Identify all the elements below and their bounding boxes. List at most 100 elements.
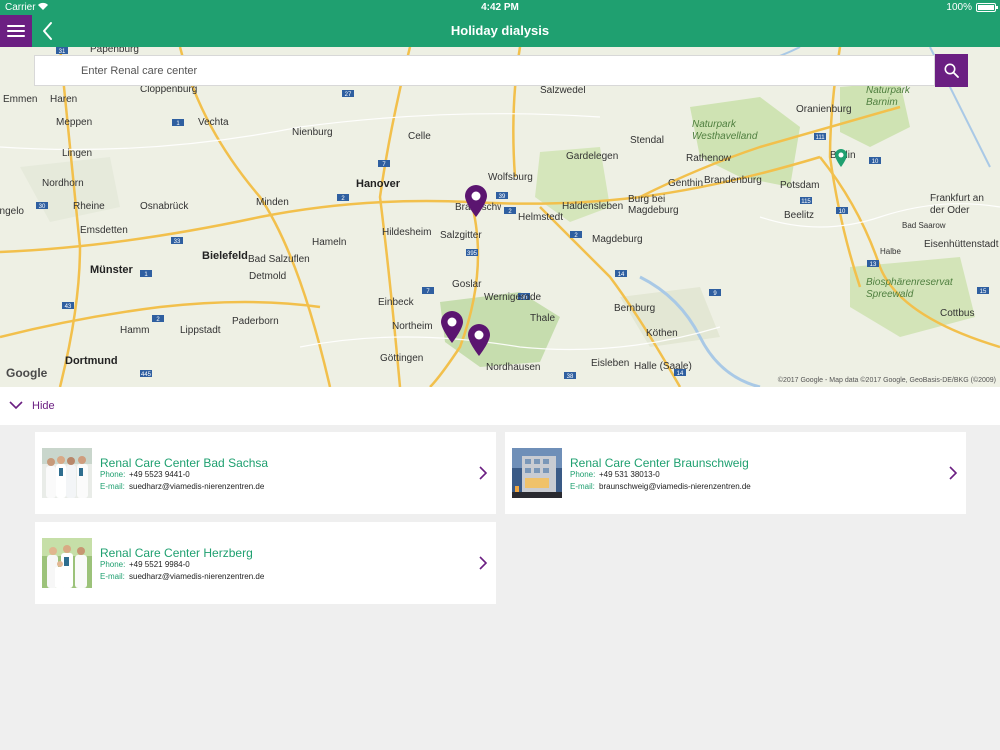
map-label-stendal: Stendal	[630, 135, 664, 146]
svg-text:395: 395	[467, 251, 478, 257]
map-label-goslar: Goslar	[452, 279, 482, 290]
map-label-minden: Minden	[256, 197, 289, 208]
svg-text:445: 445	[141, 372, 152, 378]
center-card[interactable]: Renal Care Center Herzberg Phone: +49 552…	[35, 522, 496, 604]
map-label-bad-saarow: Bad Saarow	[902, 221, 946, 230]
center-photo	[42, 448, 92, 498]
center-name: Renal Care Center Herzberg	[100, 546, 253, 560]
map-label-magdeburg: Magdeburg	[592, 234, 643, 245]
map-label-potsdam: Potsdam	[780, 180, 820, 191]
svg-text:43: 43	[65, 304, 72, 310]
battery-icon	[976, 3, 998, 12]
map-label-osnabruck: Osnabrück	[140, 201, 189, 212]
center-phone[interactable]: +49 5521 9984-0	[129, 560, 190, 569]
center-phone-row: Phone: +49 531 38013-0	[570, 470, 660, 479]
map-label-hamm: Hamm	[120, 325, 150, 336]
map-label-emsdetten: Emsdetten	[80, 225, 128, 236]
phone-label: Phone:	[100, 560, 126, 569]
map-view[interactable]: 31 27 1 7 30 2 33 1 43 2 445 7 395 39 2 …	[0, 47, 1000, 387]
google-logo: Google	[6, 366, 48, 380]
center-card[interactable]: Renal Care Center Bad Sachsa Phone: +49 5…	[35, 432, 496, 514]
map-label-gardelegen: Gardelegen	[566, 151, 619, 162]
email-label: E-mail:	[100, 572, 125, 581]
hide-label: Hide	[32, 400, 55, 412]
center-email[interactable]: suedharz@viamedis-nierenzentren.de	[129, 572, 264, 581]
map-label-munster: Münster	[90, 264, 133, 276]
map-label-rathenow: Rathenow	[686, 153, 732, 164]
map-label-lippstadt: Lippstadt	[180, 325, 221, 336]
svg-text:10: 10	[872, 159, 879, 165]
map-label-halbe: Halbe	[880, 247, 901, 256]
search-icon	[944, 63, 959, 78]
page-title: Holiday dialysis	[450, 23, 550, 38]
map-label-nienburg: Nienburg	[292, 127, 333, 138]
center-email-row: E-mail: suedharz@viamedis-nierenzentren.d…	[100, 482, 264, 491]
map-region-spreewald: Biosphärenreservat Spreewald	[866, 277, 953, 300]
svg-text:115: 115	[801, 199, 811, 205]
map-label-halle: Halle (Saale)	[634, 361, 692, 372]
map-attribution[interactable]: ©2017 Google - Map data ©2017 Google, Ge…	[778, 377, 996, 384]
map-label-salzgitter: Salzgitter	[440, 230, 482, 241]
center-email-row: E-mail: suedharz@viamedis-nierenzentren.d…	[100, 572, 264, 581]
map-label-dortmund: Dortmund	[65, 355, 118, 367]
svg-text:111: 111	[815, 135, 825, 141]
map-label-hanover: Hanover	[356, 178, 401, 190]
clock: 4:42 PM	[481, 2, 519, 13]
map-label-bernburg: Bernburg	[614, 303, 656, 314]
center-phone[interactable]: +49 531 38013-0	[599, 470, 660, 479]
map-pin-braunschweig[interactable]	[463, 184, 489, 223]
search-button[interactable]	[935, 54, 968, 87]
map-label-hameln: Hameln	[312, 237, 347, 248]
map-label-eisleben: Eisleben	[591, 358, 630, 369]
map-label-thale: Thale	[530, 313, 556, 324]
svg-text:30: 30	[39, 204, 46, 210]
email-label: E-mail:	[570, 482, 595, 491]
center-photo	[512, 448, 562, 498]
phone-label: Phone:	[570, 470, 596, 479]
map-label-burg: Burg bei Magdeburg	[628, 194, 679, 216]
map-label-frankfurt-oder: Frankfurt an der Oder	[930, 193, 984, 216]
map-label-bielefeld: Bielefeld	[202, 250, 248, 262]
hide-map-toggle[interactable]: Hide	[0, 387, 1000, 425]
chevron-down-icon	[9, 401, 23, 410]
map-label-kothen: Köthen	[646, 328, 678, 339]
phone-label: Phone:	[100, 470, 126, 479]
map-label-helmstedt: Helmstedt	[518, 212, 564, 223]
svg-text:33: 33	[174, 239, 181, 245]
map-label-wolfsburg: Wolfsburg	[488, 172, 533, 183]
map-label-rheine: Rheine	[73, 201, 105, 212]
center-phone-row: Phone: +49 5521 9984-0	[100, 560, 190, 569]
map-label-emmen: Emmen	[3, 94, 38, 105]
center-name: Renal Care Center Bad Sachsa	[100, 456, 269, 470]
center-email[interactable]: suedharz@viamedis-nierenzentren.de	[129, 482, 264, 491]
map-label-wernigerode: Wernigerode	[484, 292, 542, 303]
search-input[interactable]	[34, 55, 935, 86]
map-label-northeim: Northeim	[392, 321, 433, 332]
map-label-salzwedel: Salzwedel	[540, 85, 586, 96]
map-label-gottingen: Göttingen	[380, 353, 424, 364]
map-label-oranienburg: Oranienburg	[796, 104, 852, 115]
svg-text:27: 27	[345, 92, 352, 98]
map-label-bad-salzuflen: Bad Salzuflen	[248, 254, 310, 265]
map-region-barnim: Naturpark Barnim	[866, 85, 910, 108]
svg-text:13: 13	[870, 262, 877, 268]
map-label-cottbus: Cottbus	[940, 308, 975, 319]
map-label-vechta: Vechta	[198, 117, 229, 128]
navigation-bar: Holiday dialysis	[0, 15, 1000, 47]
map-label-lingen: Lingen	[62, 148, 93, 159]
map-pin-herzberg[interactable]	[439, 310, 465, 349]
map-pin-bad-sachsa[interactable]	[466, 323, 492, 362]
center-phone[interactable]: +49 5523 9441-0	[129, 470, 190, 479]
map-label-lingelo: Lingelo	[0, 206, 24, 217]
chevron-right-icon	[949, 466, 958, 480]
map-region-westhavelland: Naturpark Westhavelland	[692, 119, 758, 142]
status-bar: Carrier 4:42 PM 100%	[0, 0, 1000, 15]
map-label-eisenhuttenstadt: Eisenhüttenstadt	[924, 239, 999, 250]
battery-percent: 100%	[946, 2, 972, 13]
center-email[interactable]: braunschweig@viamedis-nierenzentren.de	[599, 482, 751, 491]
center-card[interactable]: Renal Care Center Braunschweig Phone: +49…	[505, 432, 966, 514]
map-label-nordhausen: Nordhausen	[486, 362, 541, 373]
svg-text:15: 15	[980, 289, 987, 295]
chevron-right-icon	[479, 466, 488, 480]
map-label-celle: Celle	[408, 131, 431, 142]
